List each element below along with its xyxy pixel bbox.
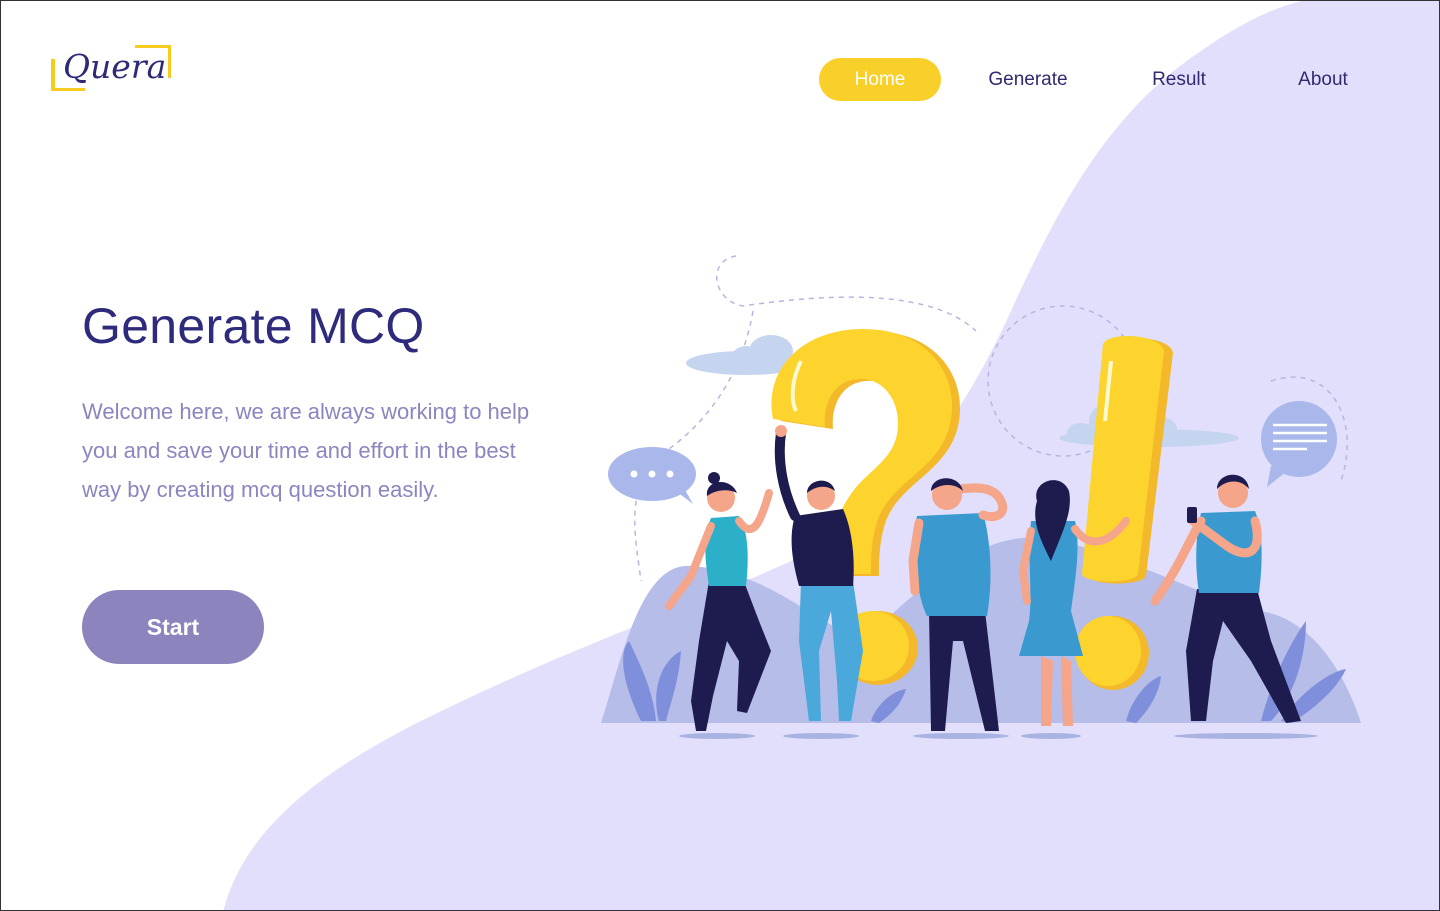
hero-description-line: Welcome here, we are always working to h… <box>82 399 530 424</box>
nav-about[interactable]: About <box>1274 58 1372 101</box>
ground-shadow <box>679 733 1318 739</box>
page-frame: Quera Home Generate Result About Generat… <box>0 0 1440 911</box>
hero-description: Welcome here, we are always working to h… <box>82 392 582 509</box>
start-button[interactable]: Start <box>82 590 264 664</box>
speech-bubble-lines-icon <box>1261 401 1337 487</box>
logo-corner-decoration <box>51 59 55 91</box>
brand-logo[interactable]: Quera <box>49 45 173 93</box>
speech-bubble-dots-icon <box>608 447 696 504</box>
hero-illustration <box>601 255 1361 739</box>
hero-description-line: you and save your time and effort in the… <box>82 438 516 463</box>
hero-description-line: way by creating mcq question easily. <box>82 477 439 502</box>
logo-text: Quera <box>63 47 167 86</box>
logo-corner-decoration <box>168 45 171 78</box>
logo-corner-decoration <box>51 88 85 91</box>
nav-result[interactable]: Result <box>1129 58 1229 101</box>
page-title: Generate MCQ <box>82 298 425 354</box>
nav-generate[interactable]: Generate <box>969 58 1087 101</box>
nav-home[interactable]: Home <box>819 58 941 101</box>
